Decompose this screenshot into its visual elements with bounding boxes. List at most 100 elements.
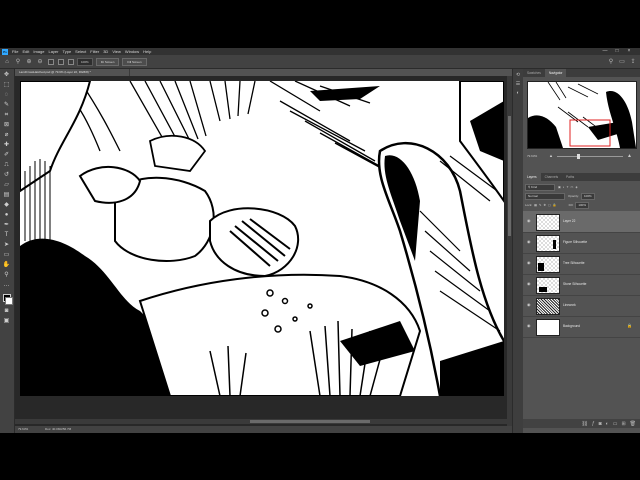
type-tool-icon[interactable]: T [2, 231, 11, 240]
quick-select-tool-icon[interactable]: ✎ [2, 101, 11, 110]
navigator-zoom-slider[interactable] [557, 154, 623, 159]
menu-image[interactable]: Image [31, 49, 46, 54]
navigator-zoom-knob[interactable] [577, 154, 581, 159]
visibility-eye-icon[interactable]: ◉ [527, 303, 532, 307]
layer-row[interactable]: ◉ Stone Silhouette [523, 274, 640, 296]
doc-size-status[interactable]: Doc: 40.0M/256.7M [45, 426, 71, 433]
workspace-icon[interactable]: ▭ [618, 58, 626, 66]
horizontal-scroll-thumb[interactable] [250, 420, 370, 423]
lock-all-icon[interactable]: 🔒 [553, 203, 557, 207]
layer-name[interactable]: Linework [563, 303, 576, 307]
clone-stamp-tool-icon[interactable]: ⎍ [2, 161, 11, 170]
history-panel-icon[interactable]: ⟲ [515, 72, 521, 78]
delete-layer-icon[interactable]: 🗑 [630, 421, 636, 427]
layer-row[interactable]: ◉ Linework [523, 295, 640, 317]
lock-pixels-icon[interactable]: ▦ [534, 203, 537, 207]
dodge-tool-icon[interactable]: ● [2, 211, 11, 220]
lock-position-icon[interactable]: ✥ [544, 203, 547, 207]
menu-filter[interactable]: Filter [88, 49, 101, 54]
zoom-out-small-icon[interactable]: ▲ [549, 153, 553, 158]
lock-paint-icon[interactable]: ✎ [539, 203, 542, 207]
document-tab[interactable]: LandCrossHatched.psd @ 79.6% (Layer 22, … [15, 69, 130, 76]
blur-tool-icon[interactable]: ◆ [2, 201, 11, 210]
close-button[interactable]: × [624, 48, 634, 55]
menu-3d[interactable]: 3D [101, 49, 110, 54]
menu-file[interactable]: File [10, 49, 20, 54]
minimize-button[interactable]: — [600, 48, 610, 55]
artwork-canvas[interactable] [20, 81, 504, 396]
navigator-thumbnail[interactable] [527, 81, 637, 149]
tab-swatches[interactable]: Swatches [523, 69, 545, 77]
healing-brush-tool-icon[interactable]: ✚ [2, 141, 11, 150]
menu-help[interactable]: Help [141, 49, 153, 54]
crop-tool-icon[interactable]: ⌗ [2, 111, 11, 120]
eraser-tool-icon[interactable]: ▱ [2, 181, 11, 190]
visibility-eye-icon[interactable]: ◉ [527, 240, 532, 244]
brush-tool-icon[interactable]: ✐ [2, 151, 11, 160]
scrubby-zoom-checkbox[interactable] [68, 58, 74, 65]
lock-artboard-icon[interactable]: ▢ [548, 203, 551, 207]
history-brush-tool-icon[interactable]: ↺ [2, 171, 11, 180]
menu-edit[interactable]: Edit [20, 49, 31, 54]
tab-paths[interactable]: Paths [562, 173, 578, 181]
layer-row[interactable]: ◉ Layer 22 [523, 211, 640, 233]
layer-name[interactable]: Layer 22 [563, 219, 575, 223]
vertical-scroll-thumb[interactable] [508, 116, 511, 236]
opacity-field[interactable]: 100% [581, 192, 595, 200]
resize-windows-checkbox[interactable] [48, 58, 54, 65]
visibility-eye-icon[interactable]: ◉ [527, 219, 532, 223]
filter-shape-icon[interactable]: ▭ [571, 185, 574, 189]
layer-style-icon[interactable]: ƒ [592, 421, 595, 427]
path-select-tool-icon[interactable]: ➤ [2, 241, 11, 250]
tab-layers[interactable]: Layers [523, 173, 541, 181]
visibility-eye-icon[interactable]: ◉ [527, 324, 532, 328]
add-mask-icon[interactable]: ◙ [599, 421, 602, 427]
more-tools-icon[interactable]: … [2, 281, 11, 290]
fill-screen-button[interactable]: Fill Screen [122, 57, 147, 66]
menu-select[interactable]: Select [73, 49, 88, 54]
layer-row[interactable]: ◉ Tree Silhouette [523, 253, 640, 275]
navigator-zoom-value[interactable]: 79.63% [527, 154, 537, 158]
frame-tool-icon[interactable]: ⊠ [2, 121, 11, 130]
menu-view[interactable]: View [110, 49, 123, 54]
tab-navigator[interactable]: Navigator [544, 69, 567, 77]
filter-type-icon[interactable]: T [567, 185, 569, 189]
fill-field[interactable]: 100% [575, 201, 589, 209]
visibility-eye-icon[interactable]: ◉ [527, 282, 532, 286]
maximize-button[interactable]: □ [612, 48, 622, 55]
layer-row[interactable]: ◉ Background 🔒 [523, 316, 640, 338]
shape-tool-icon[interactable]: ▭ [2, 251, 11, 260]
zoom-tool-icon[interactable]: ⚲ [2, 271, 11, 280]
adjustment-layer-icon[interactable]: ◐ [606, 421, 609, 427]
layer-name[interactable]: Background [563, 324, 580, 328]
marquee-tool-icon[interactable]: ⬚ [2, 81, 11, 90]
filter-adjust-icon[interactable]: ◐ [563, 185, 565, 189]
color-swatches-icon[interactable] [2, 293, 13, 305]
zoom-tool-icon[interactable]: ⚲ [14, 58, 22, 66]
zoom-out-icon[interactable]: ⊖ [36, 58, 44, 66]
zoom-all-windows-checkbox[interactable] [58, 58, 64, 65]
pen-tool-icon[interactable]: ✒ [2, 221, 11, 230]
blend-mode-select[interactable]: Normal [525, 192, 565, 200]
zoom-in-small-icon[interactable]: ▲ [627, 153, 632, 159]
eyedropper-tool-icon[interactable]: ⌀ [2, 131, 11, 140]
menu-window[interactable]: Window [123, 49, 141, 54]
hand-tool-icon[interactable]: ✋ [2, 261, 11, 270]
visibility-eye-icon[interactable]: ◉ [527, 261, 532, 265]
layer-name[interactable]: Stone Silhouette [563, 282, 586, 286]
lock-icon[interactable]: 🔒 [627, 323, 632, 328]
filter-pixel-icon[interactable]: ▣ [558, 185, 561, 189]
zoom-percent-field[interactable]: 100% [77, 57, 93, 66]
lasso-tool-icon[interactable]: ◌ [2, 91, 11, 100]
new-layer-icon[interactable]: ⊞ [621, 421, 625, 427]
zoom-status[interactable]: 79.63% [18, 426, 28, 433]
link-layers-icon[interactable]: ⛓ [582, 421, 588, 427]
adjustments-panel-icon[interactable]: ◐ [515, 90, 521, 96]
quick-mask-icon[interactable]: ◙ [2, 307, 11, 316]
zoom-in-icon[interactable]: ⊕ [25, 58, 33, 66]
filter-smart-icon[interactable]: ◈ [575, 185, 577, 189]
properties-panel-icon[interactable]: ☰ [515, 81, 521, 87]
share-icon[interactable]: ⇪ [629, 58, 637, 66]
fit-screen-button[interactable]: Fit Screen [95, 57, 120, 66]
menu-type[interactable]: Type [61, 49, 74, 54]
